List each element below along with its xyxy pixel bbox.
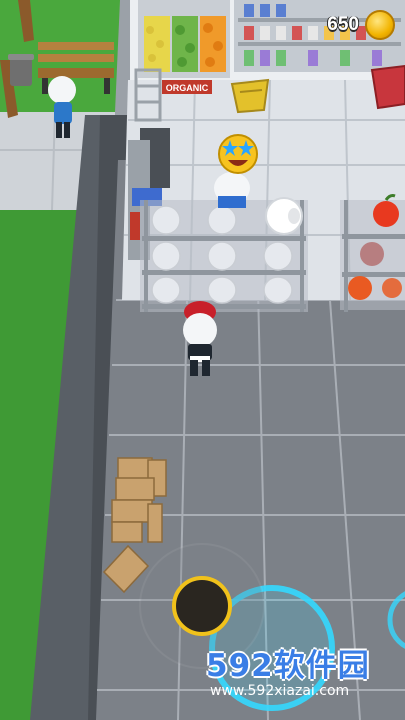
watermark: 592软件园 www.592xiazai.com bbox=[206, 640, 401, 716]
star-struck-emoji-icon bbox=[218, 134, 258, 174]
joystick-knob[interactable] bbox=[172, 576, 232, 636]
paper-towel-shelf[interactable] bbox=[140, 197, 308, 312]
gold-coin-icon bbox=[365, 10, 395, 40]
coin-count: 650 bbox=[327, 14, 359, 35]
fruit-shelf[interactable] bbox=[340, 194, 405, 313]
apple-item bbox=[373, 201, 399, 227]
coin-hud: 650 bbox=[327, 10, 395, 40]
trash-can bbox=[10, 58, 32, 86]
watermark-url: www.592xiazai.com bbox=[210, 683, 350, 699]
shopping-basket-red[interactable] bbox=[370, 64, 405, 110]
watermark-brand: 592软件园 bbox=[206, 648, 370, 684]
game-scene: ORGANIC bbox=[0, 0, 405, 720]
game-viewport[interactable]: ORGANIC 650 592软件园 www.592xiazai.com bbox=[0, 0, 405, 720]
organic-sign-text: ORGANIC bbox=[166, 83, 209, 93]
shopping-basket-yellow[interactable] bbox=[230, 78, 270, 114]
customer-npc bbox=[214, 172, 250, 208]
